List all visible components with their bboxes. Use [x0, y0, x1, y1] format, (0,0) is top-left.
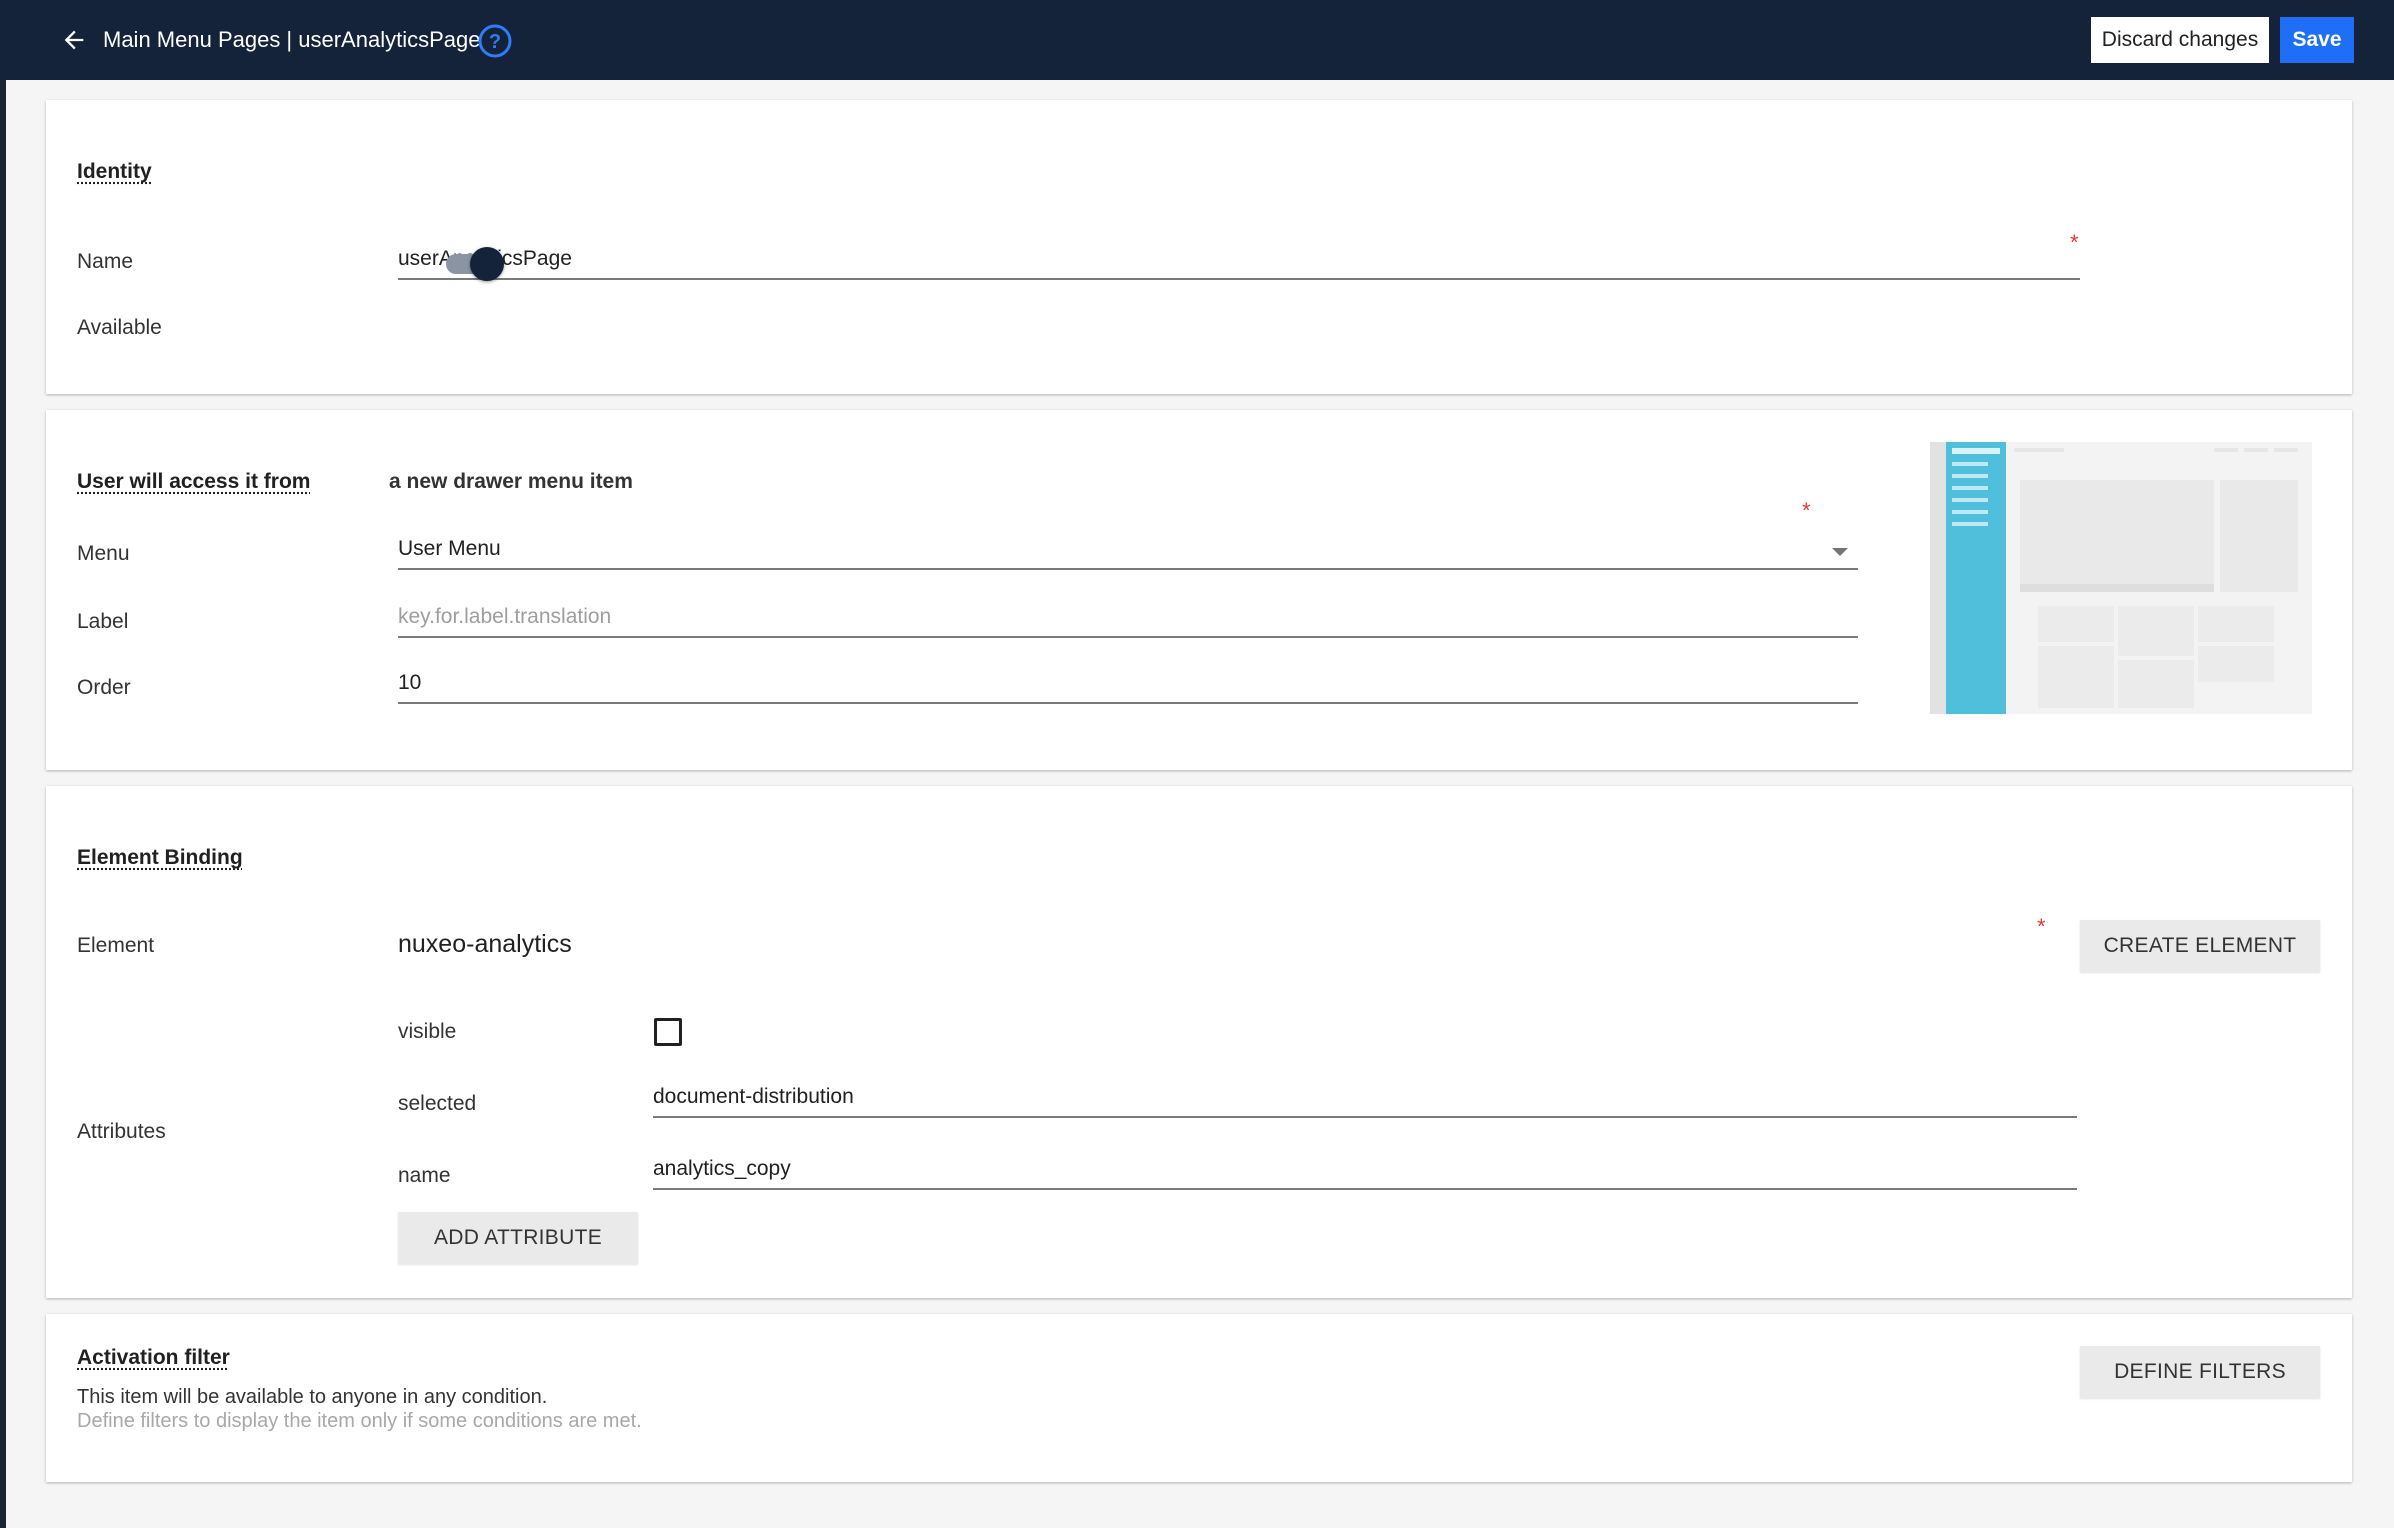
activation-filter-card: Activation filter This item will be avai…: [46, 1314, 2352, 1482]
selected-input[interactable]: [653, 1082, 2077, 1112]
preview-tile: [2038, 646, 2114, 708]
preview-drawer-item: [1952, 510, 1988, 514]
identity-section-title: Identity: [77, 160, 152, 183]
visible-checkbox[interactable]: [654, 1018, 682, 1046]
preview-panel: [2020, 584, 2214, 592]
required-asterisk: *: [1802, 498, 1811, 523]
drawer-menu-preview: [1930, 442, 2312, 714]
access-section-title: User will access it from: [77, 470, 311, 493]
define-filters-button[interactable]: DEFINE FILTERS: [2080, 1346, 2320, 1398]
preview-drawer-item: [1952, 486, 1988, 490]
name-label: Name: [77, 250, 134, 273]
preview-topbar: [2244, 448, 2268, 452]
preview-drawer-item: [1952, 462, 1988, 466]
access-card: User will access it from a new drawer me…: [46, 410, 2352, 770]
element-label: Element: [77, 934, 155, 957]
order-input[interactable]: [398, 668, 1858, 698]
preview-tile: [2038, 606, 2114, 642]
available-toggle[interactable]: [444, 243, 506, 283]
preview-topbar: [2274, 448, 2298, 452]
preview-drawer-item: [1952, 474, 1988, 478]
menu-select[interactable]: [398, 528, 1858, 570]
svg-text:?: ?: [489, 31, 501, 53]
preview-drawer: [1946, 442, 2006, 714]
preview-tile: [2198, 646, 2274, 682]
chevron-down-icon: [1832, 548, 1848, 556]
label-label: Label: [77, 610, 129, 633]
add-attribute-button[interactable]: ADD ATTRIBUTE: [398, 1212, 638, 1264]
name-attribute-input[interactable]: [653, 1154, 2077, 1184]
name-attribute-field[interactable]: [653, 1148, 2077, 1190]
preview-drawer-item: [1952, 498, 1988, 502]
save-button[interactable]: Save: [2280, 17, 2354, 63]
preview-panel: [2220, 480, 2298, 592]
preview-topbar: [2214, 448, 2238, 452]
attribute-name-visible: visible: [398, 1020, 457, 1043]
page-title: Main Menu Pages | userAnalyticsPage: [103, 27, 481, 52]
activation-section-title: Activation filter: [77, 1346, 230, 1369]
name-input[interactable]: [398, 244, 2080, 274]
selected-field[interactable]: [653, 1076, 2077, 1118]
menu-label: Menu: [77, 542, 130, 565]
preview-panel: [2020, 480, 2214, 584]
element-binding-card: Element Binding Element nuxeo-analytics …: [46, 786, 2352, 1298]
activation-hint: Define filters to display the item only …: [77, 1410, 642, 1432]
top-bar: Main Menu Pages | userAnalyticsPage ? Di…: [0, 0, 2394, 80]
attribute-name-name: name: [398, 1164, 451, 1187]
help-icon[interactable]: ?: [478, 24, 512, 58]
element-value: nuxeo-analytics: [398, 930, 572, 958]
toggle-knob: [470, 247, 504, 281]
order-field[interactable]: [398, 662, 1858, 704]
required-asterisk: *: [2070, 230, 2079, 255]
preview-topbar: [2014, 448, 2064, 452]
binding-section-title: Element Binding: [77, 846, 243, 869]
preview-drawer-item: [1952, 448, 2000, 454]
label-input[interactable]: [398, 602, 1858, 632]
preview-tile: [2198, 606, 2274, 642]
discard-changes-button[interactable]: Discard changes: [2091, 17, 2269, 63]
attribute-name-selected: selected: [398, 1092, 477, 1115]
attributes-label: Attributes: [77, 1120, 166, 1143]
access-value: a new drawer menu item: [389, 470, 633, 493]
left-edge-rail: [0, 0, 6, 1528]
name-field[interactable]: [398, 238, 2080, 280]
preview-tile: [2118, 606, 2194, 656]
label-field[interactable]: [398, 596, 1858, 638]
preview-tile: [2118, 660, 2194, 708]
preview-rail: [1930, 442, 1946, 714]
identity-card: Identity Name * Available: [46, 100, 2352, 394]
back-arrow-icon[interactable]: [56, 22, 92, 58]
required-asterisk: *: [2037, 914, 2046, 939]
available-label: Available: [77, 316, 162, 339]
order-label: Order: [77, 676, 131, 699]
activation-description: This item will be available to anyone in…: [77, 1386, 548, 1408]
menu-select-value[interactable]: [398, 534, 1858, 564]
create-element-button[interactable]: CREATE ELEMENT: [2080, 920, 2320, 972]
preview-drawer-item: [1952, 522, 1988, 526]
